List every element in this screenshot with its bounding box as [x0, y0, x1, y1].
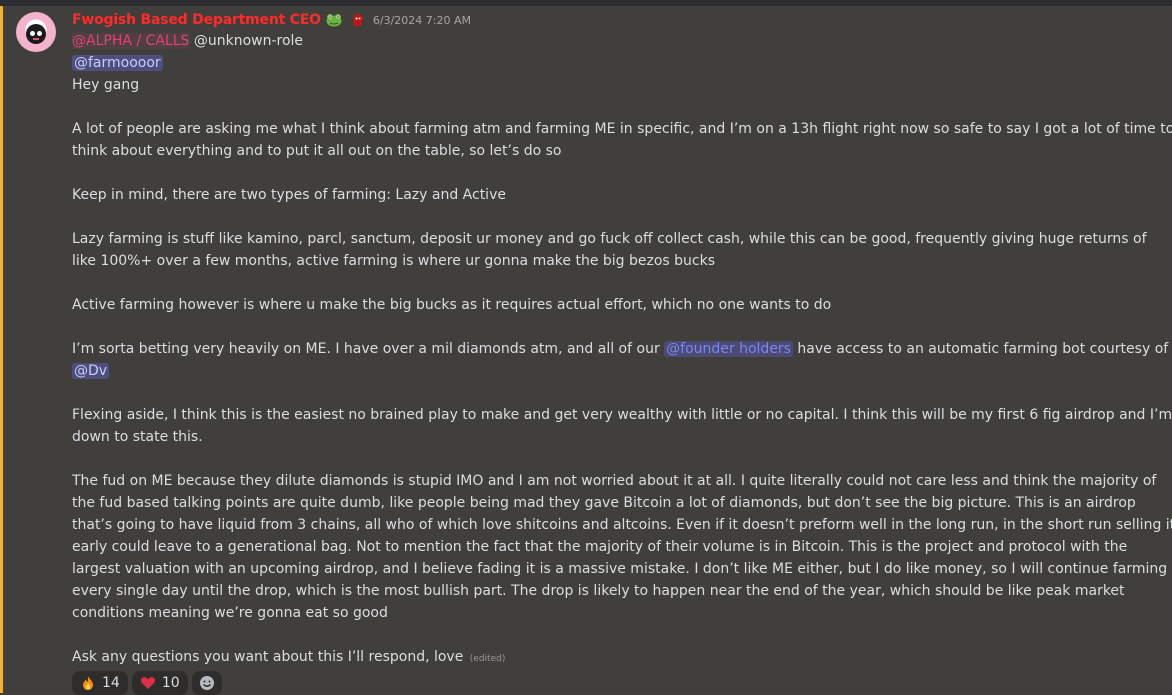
user-mention-line: @farmoooor [72, 52, 163, 74]
role-mention-line: @ALPHA / CALLS @unknown-role [72, 30, 303, 52]
fire-icon [83, 676, 93, 690]
paragraph-6-line-1: Flexing aside, I think this is the easie… [72, 407, 1172, 423]
paragraph-1-line-1: A lot of people are asking me what I thi… [72, 121, 1172, 137]
paragraph-2: Keep in mind, there are two types of far… [72, 187, 506, 203]
avatar-eye-left [30, 31, 35, 36]
reactions-bar: 14 10 [72, 671, 222, 695]
reaction-fire-count: 14 [102, 675, 120, 691]
paragraph-8: Ask any questions you want about this I’… [72, 646, 505, 670]
paragraph-4: Active farming however is where u make t… [72, 297, 832, 313]
message-header: Fwogish Based Department CEO 6/3/2024 7:… [72, 10, 471, 30]
paragraph-7-line-3: that’s going to have liquid from 3 chain… [72, 517, 1172, 533]
user-mention-dv[interactable]: @Dv [72, 363, 110, 379]
avatar[interactable] [16, 12, 56, 52]
reaction-heart[interactable]: 10 [131, 671, 188, 695]
paragraph-7-line-4: early could leave to a generational bag.… [72, 539, 1128, 555]
greeting-text: Hey gang [72, 77, 140, 93]
paragraph-5-text-after: have access to an automatic farming bot … [792, 341, 1169, 357]
frog-icon [326, 14, 342, 27]
paragraph-7-line-5: largest valuation with an upcoming airdr… [72, 561, 1172, 577]
edited-label: (edited) [469, 654, 506, 664]
avatar-mouth [33, 38, 39, 40]
timestamp[interactable]: 6/3/2024 7:20 AM [373, 14, 471, 27]
paragraph-7-line-2: the fud based talking points are quite d… [72, 495, 1136, 511]
role-mention-alpha-calls[interactable]: @ALPHA / CALLS [72, 33, 190, 49]
reaction-heart-count: 10 [161, 675, 180, 691]
role-badge-icon[interactable] [351, 13, 365, 27]
paragraph-6-line-2: down to state this. [72, 429, 203, 445]
paragraph-8-text: Ask any questions you want about this I’… [72, 649, 464, 665]
paragraph-7-line-1: The fud on ME because they dilute diamon… [72, 473, 1157, 489]
paragraph-3-line-1: Lazy farming is stuff like kamino, parcl… [72, 231, 1147, 247]
paragraph-7-line-7: conditions meaning we’re gonna eat so go… [72, 605, 388, 621]
paragraph-1-line-2: think about everything and to put it all… [72, 143, 562, 159]
paragraph-5-line-2: @Dv [72, 360, 110, 382]
mention-highlight-bar [0, 6, 3, 693]
paragraph-7-line-6: every single day until the drop, which i… [72, 583, 1125, 599]
paragraph-3-line-2: like 100%+ over a few months, active far… [72, 253, 716, 269]
avatar-eye-right [37, 31, 42, 36]
user-mention-farmoooor[interactable]: @farmoooor [72, 55, 163, 71]
reaction-fire[interactable]: 14 [72, 671, 128, 695]
author-name[interactable]: Fwogish Based Department CEO [72, 12, 321, 28]
add-reaction-button[interactable] [191, 671, 222, 695]
role-mention-founder-holders[interactable]: @founder holders [664, 341, 793, 357]
avatar-face [26, 24, 46, 44]
heart-icon [140, 677, 155, 689]
role-mention-unknown[interactable]: @unknown-role [194, 33, 303, 49]
paragraph-5-text-before: I’m sorta betting very heavily on ME. I … [72, 341, 665, 357]
add-reaction-icon [199, 676, 214, 690]
paragraph-5-line-1: I’m sorta betting very heavily on ME. I … [72, 338, 1168, 360]
